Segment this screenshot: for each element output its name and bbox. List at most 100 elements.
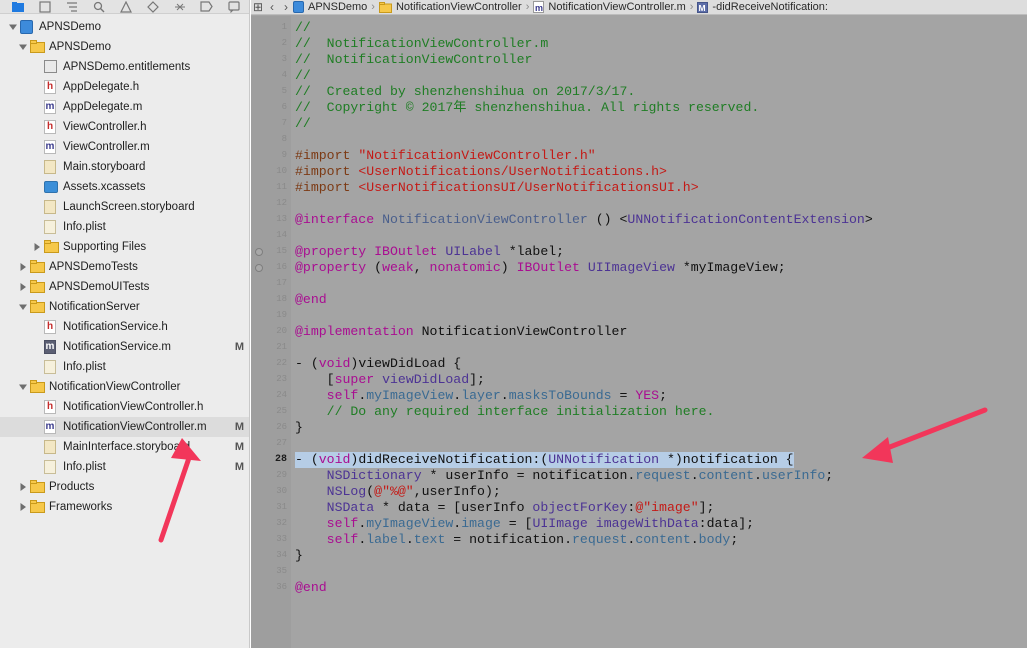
line-number[interactable]: 17 [251, 278, 287, 288]
navigator-file-item[interactable]: MainInterface.storyboard M [0, 437, 249, 457]
back-button[interactable]: ‹ [265, 0, 279, 15]
code-line[interactable]: // [295, 20, 311, 36]
navigator-file-item[interactable]: h ViewController.h [0, 117, 249, 137]
disclosure-closed-icon[interactable] [18, 277, 28, 297]
line-number[interactable]: 4 [251, 70, 287, 80]
code-line[interactable]: @end [295, 292, 327, 308]
line-number[interactable]: 7 [251, 118, 287, 128]
line-number[interactable]: 5 [251, 86, 287, 96]
code-line[interactable]: self.myImageView.layer.masksToBounds = Y… [295, 388, 667, 404]
line-number[interactable]: 2 [251, 38, 287, 48]
navigator-file-item[interactable]: m ViewController.m [0, 137, 249, 157]
code-area[interactable]: //// NotificationViewController.m// Noti… [295, 16, 1027, 648]
disclosure-closed-icon[interactable] [18, 257, 28, 277]
code-line[interactable]: @property IBOutlet UILabel *label; [295, 244, 564, 260]
navigator-file-item[interactable]: Main.storyboard [0, 157, 249, 177]
code-line[interactable]: - (void)viewDidLoad { [295, 356, 461, 372]
navigator-file-item[interactable]: m NotificationService.m M [0, 337, 249, 357]
navigator-file-item[interactable]: m NotificationViewController.m M [0, 417, 249, 437]
disclosure-open-icon[interactable] [18, 297, 28, 317]
disclosure-open-icon[interactable] [18, 377, 28, 397]
code-line[interactable]: NSDictionary * userInfo = notification.r… [295, 468, 834, 484]
line-number[interactable]: 33 [251, 534, 287, 544]
navigator-file-item[interactable]: Assets.xcassets [0, 177, 249, 197]
code-line[interactable]: } [295, 548, 303, 564]
line-number[interactable]: 26 [251, 422, 287, 432]
find-navigator-tab[interactable] [85, 0, 112, 14]
line-number[interactable]: 22 [251, 358, 287, 368]
code-line[interactable]: self.label.text = notification.request.c… [295, 532, 739, 548]
code-line[interactable]: @interface NotificationViewController ()… [295, 212, 873, 228]
line-number[interactable]: 20 [251, 326, 287, 336]
line-number[interactable]: 27 [251, 438, 287, 448]
code-line[interactable]: @property (weak, nonatomic) IBOutlet UII… [295, 260, 786, 276]
navigator-file-item[interactable]: Info.plist [0, 217, 249, 237]
line-number[interactable]: 14 [251, 230, 287, 240]
report-navigator-tab[interactable] [220, 0, 247, 14]
navigator-file-item[interactable]: Info.plist M [0, 457, 249, 477]
navigator-file-item[interactable]: h AppDelegate.h [0, 77, 249, 97]
line-number-gutter[interactable]: 1 2 3 4 5 6 7 8 9 10 11 12 13 14 15 16 17 18 19 20 21 22 23 24 2… [251, 16, 291, 648]
line-number[interactable]: 3 [251, 54, 287, 64]
code-line[interactable]: NSLog(@"%@",userInfo); [295, 484, 501, 500]
navigator-group-item[interactable]: NotificationServer [0, 297, 249, 317]
navigator-file-item[interactable]: h NotificationViewController.h [0, 397, 249, 417]
code-line[interactable]: // NotificationViewController [295, 52, 532, 68]
code-line[interactable]: } [295, 420, 303, 436]
navigator-group-item[interactable]: Frameworks [0, 497, 249, 517]
source-control-tab[interactable] [31, 0, 58, 14]
symbol-navigator-tab[interactable] [58, 0, 85, 14]
code-line[interactable]: #import "NotificationViewController.h" [295, 148, 596, 164]
code-line[interactable]: @end [295, 580, 327, 596]
line-number[interactable]: 29 [251, 470, 287, 480]
line-number[interactable]: 31 [251, 502, 287, 512]
navigator-group-item[interactable]: APNSDemo [0, 17, 249, 37]
debug-navigator-tab[interactable] [166, 0, 193, 14]
line-number[interactable]: 1 [251, 22, 287, 32]
disclosure-open-icon[interactable] [18, 37, 28, 57]
outlet-connection-icon[interactable] [255, 264, 263, 272]
line-number[interactable]: 21 [251, 342, 287, 352]
navigator-file-item[interactable]: m AppDelegate.m [0, 97, 249, 117]
selected-code-line[interactable]: - (void)didReceiveNotification:(UNNotifi… [295, 452, 794, 468]
breakpoint-navigator-tab[interactable] [193, 0, 220, 14]
code-line[interactable]: self.myImageView.image = [UIImage imageW… [295, 516, 754, 532]
code-line[interactable]: // Do any required interface initializat… [295, 404, 715, 420]
navigator-group-item[interactable]: APNSDemo [0, 37, 249, 57]
line-number[interactable]: 36 [251, 582, 287, 592]
jump-bar-method[interactable]: M -didReceiveNotification: [697, 1, 828, 13]
line-number[interactable]: 9 [251, 150, 287, 160]
navigator-file-item[interactable]: APNSDemo.entitlements [0, 57, 249, 77]
jump-bar-project[interactable]: APNSDemo [293, 1, 367, 13]
code-line[interactable]: #import <UserNotifications/UserNotificat… [295, 164, 667, 180]
code-line[interactable]: @implementation NotificationViewControll… [295, 324, 627, 340]
outlet-connection-icon[interactable] [255, 248, 263, 256]
navigator-group-item[interactable]: APNSDemoUITests [0, 277, 249, 297]
code-line[interactable]: // [295, 116, 311, 132]
line-number[interactable]: 28 [251, 454, 287, 465]
line-number[interactable]: 19 [251, 310, 287, 320]
related-items-button[interactable]: ⊞ [251, 0, 265, 15]
issue-navigator-tab[interactable] [112, 0, 139, 14]
line-number[interactable]: 12 [251, 198, 287, 208]
code-line[interactable]: // NotificationViewController.m [295, 36, 548, 52]
line-number[interactable]: 11 [251, 182, 287, 192]
navigator-file-item[interactable]: h NotificationService.h [0, 317, 249, 337]
jump-bar-file[interactable]: m NotificationViewController.m [533, 1, 686, 13]
line-number[interactable]: 24 [251, 390, 287, 400]
line-number[interactable]: 10 [251, 166, 287, 176]
jump-bar-group[interactable]: NotificationViewController [378, 1, 522, 13]
line-number[interactable]: 13 [251, 214, 287, 224]
line-number[interactable]: 30 [251, 486, 287, 496]
code-line[interactable]: // Created by shenzhenshihua on 2017/3/1… [295, 84, 635, 100]
disclosure-open-icon[interactable] [8, 17, 18, 37]
line-number[interactable]: 25 [251, 406, 287, 416]
code-line[interactable]: [super viewDidLoad]; [295, 372, 485, 388]
line-number[interactable]: 8 [251, 134, 287, 144]
code-line[interactable]: // Copyright © 2017年 shenzhenshihua. All… [295, 100, 759, 116]
test-navigator-tab[interactable] [139, 0, 166, 14]
line-number[interactable]: 35 [251, 566, 287, 576]
navigator-group-item[interactable]: Products [0, 477, 249, 497]
navigator-group-item[interactable]: Supporting Files [0, 237, 249, 257]
navigator-group-item[interactable]: NotificationViewController [0, 377, 249, 397]
